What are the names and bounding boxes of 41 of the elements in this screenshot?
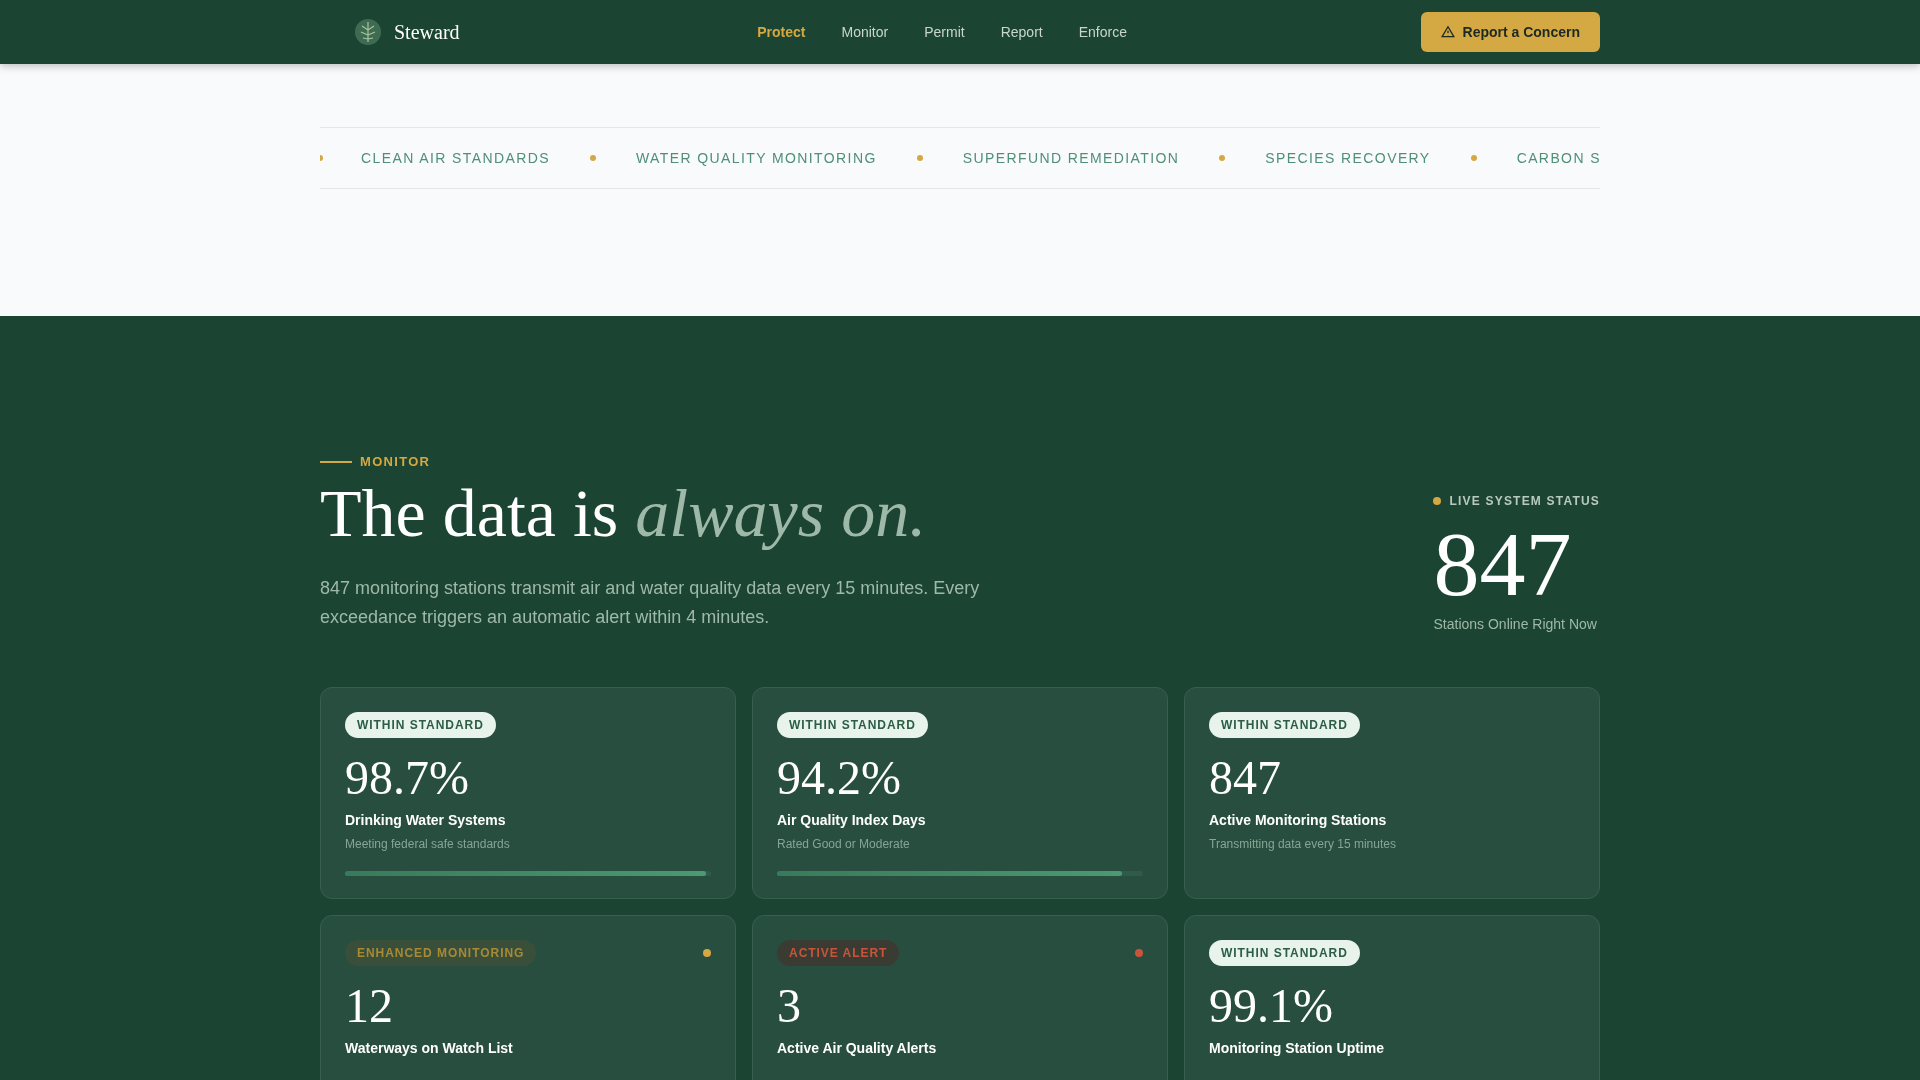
metric-note: Meeting federal safe standards xyxy=(345,836,511,853)
metric-value: 94.2% xyxy=(777,754,902,802)
section-heading: The data is always on. xyxy=(320,475,928,551)
section-eyebrow: MONITOR xyxy=(360,453,431,471)
stations-caption: Stations Online Right Now xyxy=(1433,615,1597,634)
ticker-item: CARBON S xyxy=(1516,148,1600,168)
status-badge: ENHANCED MONITORING xyxy=(345,940,537,966)
status-badge: WITHIN STANDARD xyxy=(1209,940,1360,966)
metric-value: 3 xyxy=(777,982,802,1030)
status-badge: WITHIN STANDARD xyxy=(777,712,928,738)
live-status-label: LIVE SYSTEM STATUS xyxy=(1449,493,1600,510)
ticker-item: CLEAN AIR STANDARDS xyxy=(361,148,550,168)
report-concern-button[interactable]: Report a Concern xyxy=(1420,12,1600,52)
metric-label: Waterways on Watch List xyxy=(345,1039,514,1058)
metric-label: Active Air Quality Alerts xyxy=(777,1039,938,1058)
metric-value: 847 xyxy=(1209,754,1282,802)
ticker-item: WATER QUALITY MONITORING xyxy=(635,148,877,168)
metric-label: Active Monitoring Stations xyxy=(1209,811,1388,830)
metric-note: Transmitting data every 15 minutes xyxy=(1209,836,1397,853)
metric-value: 98.7% xyxy=(345,754,470,802)
brand-name[interactable]: Steward xyxy=(394,17,460,47)
nav-link[interactable]: Enforce xyxy=(1078,21,1127,43)
metric-note: Rated Good or Moderate xyxy=(777,836,911,853)
metric-label: Drinking Water Systems xyxy=(345,811,507,830)
metric-label: Monitoring Station Uptime xyxy=(1209,1039,1385,1058)
nav-link[interactable]: Protect xyxy=(757,21,806,43)
status-badge: ACTIVE ALERT xyxy=(777,940,900,966)
metric-value: 12 xyxy=(345,982,394,1030)
status-badge: WITHIN STANDARD xyxy=(1209,712,1360,738)
nav-link[interactable]: Monitor xyxy=(841,21,889,43)
stations-count: 847 xyxy=(1433,518,1572,610)
status-badge: WITHIN STANDARD xyxy=(345,712,496,738)
nav-link[interactable]: Report xyxy=(1000,21,1043,43)
nav-link[interactable]: Permit xyxy=(924,21,965,43)
ticker-item: SUPERFUND REMEDIATION xyxy=(962,148,1180,168)
leaf-logo-icon xyxy=(354,18,382,46)
metric-value: 99.1% xyxy=(1209,982,1334,1030)
metric-label: Air Quality Index Days xyxy=(777,811,927,830)
section-description: 847 monitoring stations transmit air and water quality data every 15 minutes. Every exceedance triggers an automatic alert within 4 minutes. xyxy=(320,577,981,630)
ticker-item: SPECIES RECOVERY xyxy=(1265,148,1431,168)
warning-icon xyxy=(1440,25,1455,39)
